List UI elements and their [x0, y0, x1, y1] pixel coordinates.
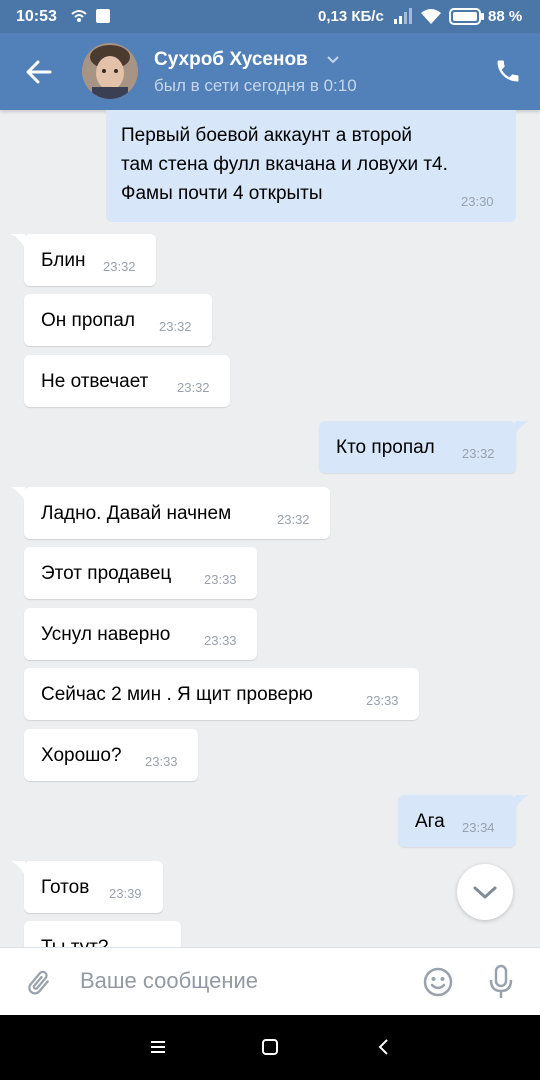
network-speed: 0,13 КБ/с [318, 8, 384, 25]
message-text: Фамы почти 4 открыты [121, 183, 323, 204]
message-input[interactable]: Ваше сообщение [80, 968, 258, 994]
status-bar: 10:53 0,13 КБ/с 88 % [0, 0, 540, 33]
phone-icon[interactable] [494, 57, 522, 85]
message-time: 23:32 [177, 380, 210, 395]
incoming-message[interactable]: Этот продавец 23:33 [24, 547, 257, 599]
smiley-icon[interactable] [422, 966, 454, 998]
incoming-message[interactable]: Блин 23:32 [11, 234, 156, 286]
system-nav-bar [0, 1015, 540, 1080]
message-text: Готов [41, 877, 90, 898]
message-text: там стена фулл вкачана и ловухи т4. [121, 154, 448, 175]
bubble-tail [11, 487, 25, 501]
microphone-icon[interactable] [488, 964, 514, 1000]
status-time: 10:53 [16, 8, 57, 25]
message-text: Он пропал [41, 310, 135, 331]
message-time: 23:34 [462, 820, 495, 835]
message-text: Блин [41, 250, 86, 271]
incoming-message[interactable]: Не отвечает 23:32 [24, 355, 230, 407]
message-time: 23:32 [277, 512, 310, 527]
incoming-message[interactable]: Готов 23:39 [11, 861, 163, 913]
bubble-tail [11, 861, 25, 875]
incoming-message[interactable]: Уснул наверно 23:33 [24, 608, 257, 660]
message-text: Сейчас 2 мин . Я щит проверю [41, 684, 313, 705]
wifi-call-icon [71, 10, 87, 22]
wifi-icon [421, 9, 441, 24]
message-text: Не отвечает [41, 371, 149, 392]
incoming-message[interactable]: Ты тут? [24, 921, 181, 947]
message-text: Ага [415, 811, 445, 832]
bubble-tail [515, 421, 529, 435]
signal-icon [394, 8, 412, 24]
message-text: Этот продавец [41, 563, 172, 584]
message-time: 23:33 [204, 633, 237, 648]
incoming-message[interactable]: Он пропал 23:32 [24, 294, 212, 346]
message-time: 23:30 [461, 194, 494, 209]
incoming-message[interactable]: Хорошо? 23:33 [24, 729, 198, 781]
bubble-tail [11, 234, 25, 248]
message-text: Первый боевой аккаунт а второй [121, 125, 413, 146]
message-text: Ты тут? [41, 937, 108, 947]
scroll-to-bottom-button[interactable] [457, 864, 513, 920]
chevron-down-icon [473, 886, 497, 899]
contact-status: был в сети сегодня в 0:10 [154, 76, 357, 95]
message-time: 23:39 [109, 886, 142, 901]
contact-name[interactable]: Сухроб Хусенов [154, 49, 308, 71]
outgoing-message[interactable]: Первый боевой аккаунт а второй там стена… [106, 110, 516, 222]
incoming-message[interactable]: Сейчас 2 мин . Я щит проверю 23:33 [24, 668, 419, 720]
message-time: 23:32 [462, 446, 495, 461]
message-text: Кто пропал [336, 437, 435, 458]
message-time: 23:33 [145, 754, 178, 769]
message-time: 23:32 [103, 259, 136, 274]
paperclip-icon[interactable] [24, 967, 54, 999]
chevron-down-icon[interactable] [326, 55, 340, 65]
message-list[interactable]: Первый боевой аккаунт а второй там стена… [0, 110, 540, 947]
battery-icon [449, 8, 484, 25]
message-time: 23:33 [204, 572, 237, 587]
message-time: 23:33 [366, 693, 399, 708]
incoming-message[interactable]: Ладно. Давай начнем 23:32 [11, 487, 330, 539]
outgoing-message[interactable]: Ага 23:34 [398, 795, 529, 847]
message-text: Ладно. Давай начнем [41, 503, 232, 524]
message-text: Хорошо? [41, 745, 122, 766]
arrow-back-icon[interactable] [22, 55, 56, 89]
battery-percent: 88 % [488, 8, 523, 25]
message-composer: Ваше сообщение [0, 947, 540, 1015]
avatar-photo [82, 43, 138, 99]
chat-header: Сухроб Хусенов был в сети сегодня в 0:10 [0, 33, 540, 110]
menu-icon[interactable] [148, 1037, 168, 1057]
outgoing-message[interactable]: Кто пропал 23:32 [319, 421, 529, 473]
back-icon[interactable] [374, 1037, 394, 1057]
bubble-tail [515, 795, 529, 809]
avatar[interactable] [82, 43, 138, 99]
message-time: 23:32 [159, 319, 192, 334]
notification-icon [96, 9, 110, 23]
message-text: Уснул наверно [41, 624, 171, 645]
home-icon[interactable] [260, 1037, 280, 1057]
